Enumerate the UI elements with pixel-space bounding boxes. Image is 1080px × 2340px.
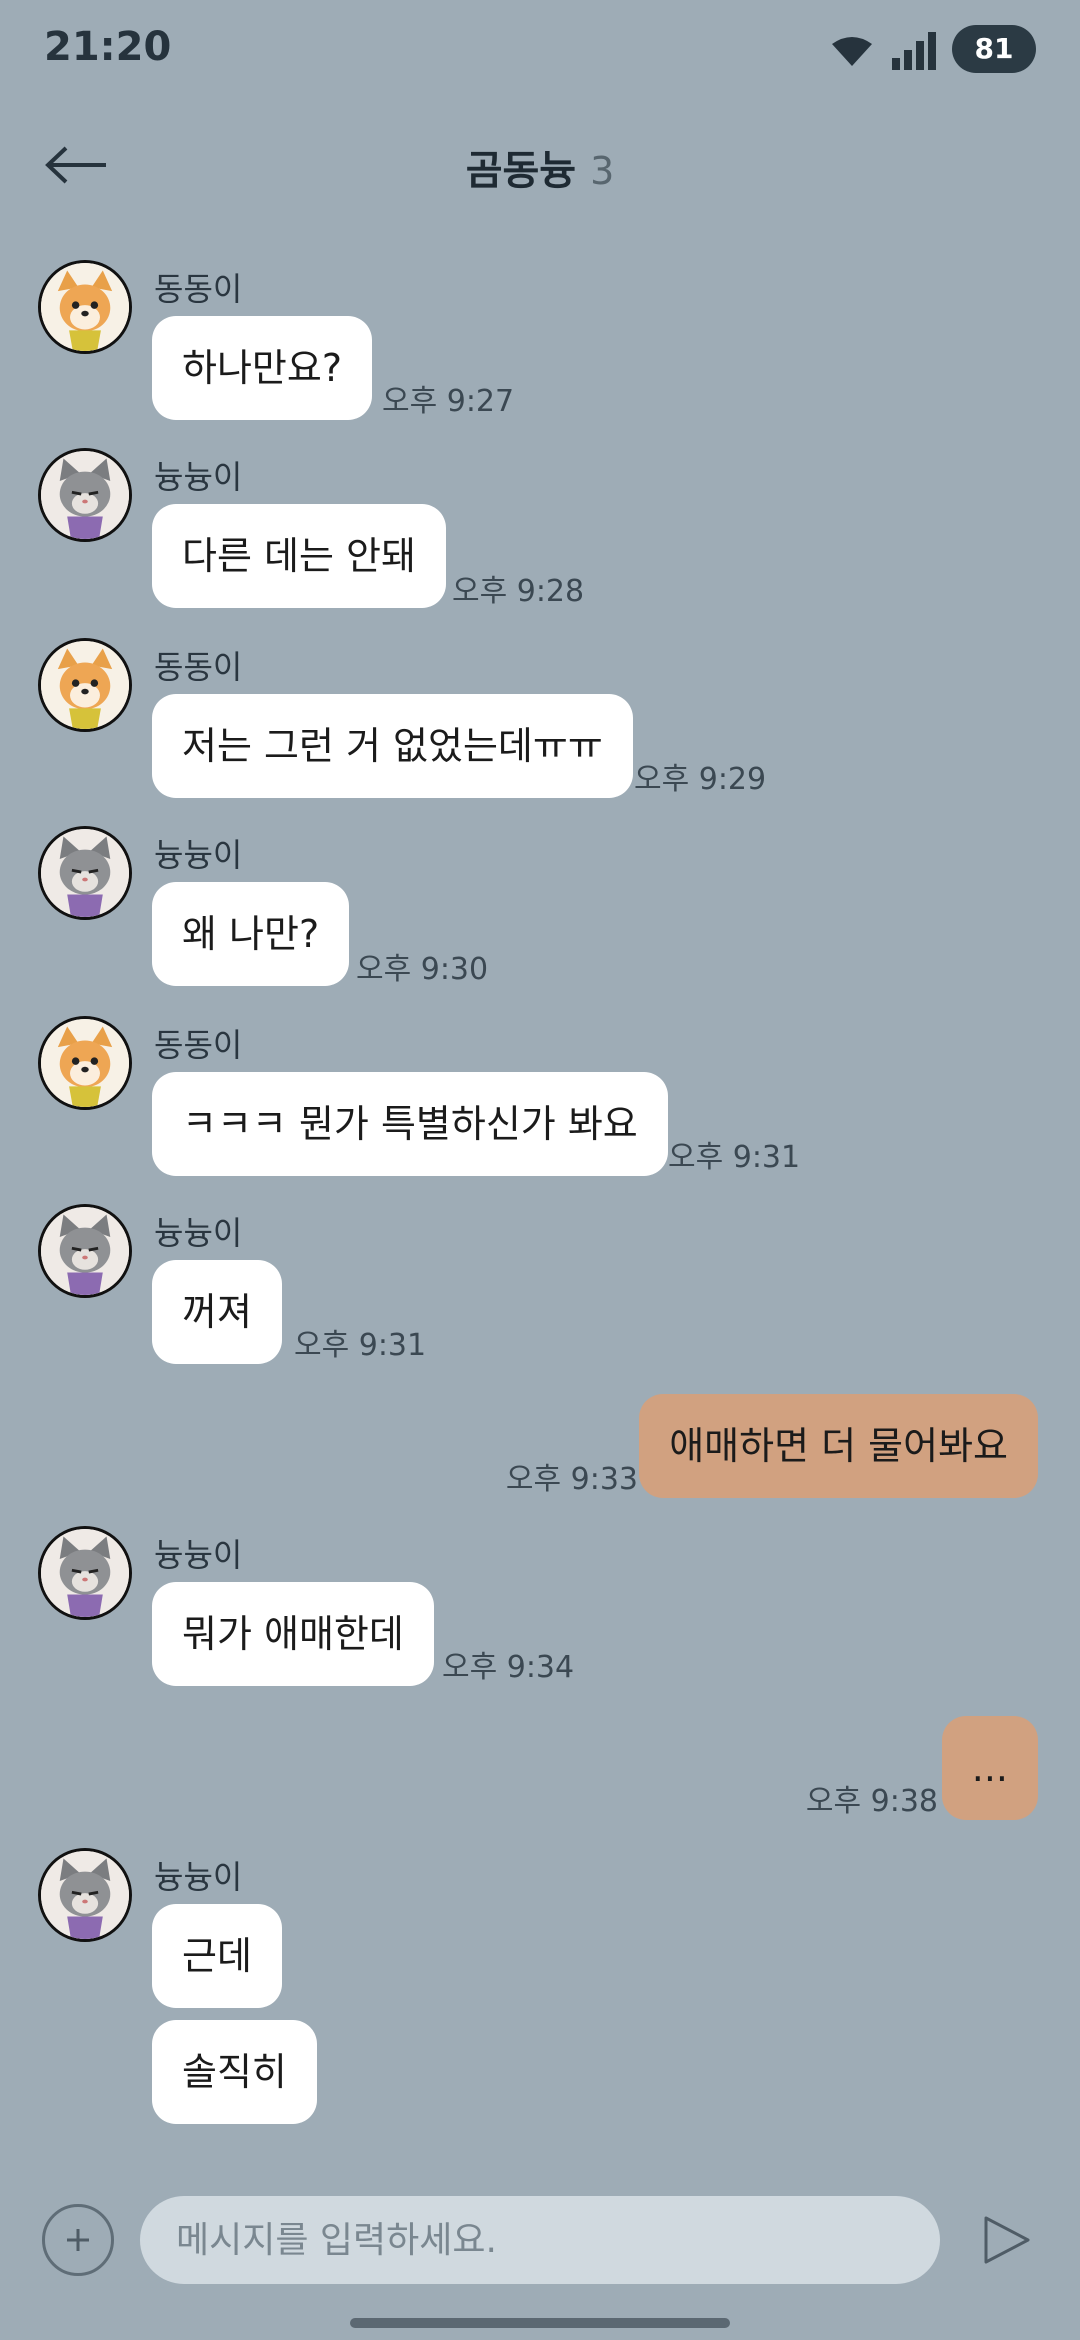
message-bubble[interactable]: 꺼져 xyxy=(152,1260,282,1364)
dog-avatar-icon xyxy=(41,1019,129,1107)
cat-avatar-icon xyxy=(41,451,129,539)
avatar-cat[interactable] xyxy=(38,826,132,920)
sender-name: 늉늉이 xyxy=(154,1214,243,1252)
message-bubble[interactable]: 솔직히 xyxy=(152,2020,317,2124)
message-time: 오후 9:29 xyxy=(634,762,767,797)
cat-avatar-icon xyxy=(41,1851,129,1939)
sender-name: 동동이 xyxy=(154,1026,243,1064)
chat-header: 곰동늉 3 xyxy=(0,110,1080,220)
message-bubble[interactable]: ㅋㅋㅋ 뭔가 특별하신가 봐요 xyxy=(152,1072,668,1176)
avatar-dog[interactable] xyxy=(38,260,132,354)
sender-name: 늉늉이 xyxy=(154,836,243,874)
avatar-dog[interactable] xyxy=(38,638,132,732)
plus-button[interactable] xyxy=(42,2204,114,2276)
message-time: 오후 9:38 xyxy=(805,1784,938,1819)
message-time: 오후 9:31 xyxy=(668,1140,801,1175)
message-bubble[interactable]: 다른 데는 안돼 xyxy=(152,504,446,608)
avatar-cat[interactable] xyxy=(38,448,132,542)
battery-indicator: 81 xyxy=(952,25,1036,73)
sender-name: 늉늉이 xyxy=(154,1536,243,1574)
message-time: 오후 9:28 xyxy=(452,574,585,609)
my-message-bubble[interactable]: ... xyxy=(941,1716,1038,1820)
avatar-dog[interactable] xyxy=(38,1016,132,1110)
member-count: 3 xyxy=(590,149,615,193)
message-bubble[interactable]: 근데 xyxy=(152,1904,282,2008)
plus-icon xyxy=(67,2229,89,2251)
chat-title: 곰동늉 xyxy=(465,148,577,194)
cat-avatar-icon xyxy=(41,829,129,917)
send-icon[interactable] xyxy=(978,2212,1034,2268)
message-time: 오후 9:34 xyxy=(442,1650,575,1685)
message-time: 오후 9:30 xyxy=(356,952,489,987)
signal-icon xyxy=(892,32,936,70)
avatar-cat[interactable] xyxy=(38,1204,132,1298)
avatar-cat[interactable] xyxy=(38,1848,132,1942)
my-message-bubble[interactable]: 애매하면 더 물어봐요 xyxy=(639,1394,1038,1498)
status-bar: 21:20 81 xyxy=(0,0,1080,110)
sender-name: 늉늉이 xyxy=(154,458,243,496)
message-input[interactable] xyxy=(140,2196,940,2284)
status-time: 21:20 xyxy=(44,24,172,70)
sender-name: 동동이 xyxy=(154,648,243,686)
sender-name: 늉늉이 xyxy=(154,1858,243,1896)
dog-avatar-icon xyxy=(41,263,129,351)
message-bubble[interactable]: 저는 그런 거 없었는데ㅠㅠ xyxy=(152,694,633,798)
home-indicator xyxy=(350,2318,730,2328)
message-bubble[interactable]: 왜 나만? xyxy=(152,882,350,986)
dog-avatar-icon xyxy=(41,641,129,729)
message-bubble[interactable]: 뭐가 애매한데 xyxy=(152,1582,434,1686)
message-time: 오후 9:31 xyxy=(294,1328,427,1363)
cat-avatar-icon xyxy=(41,1529,129,1617)
message-bubble[interactable]: 하나만요? xyxy=(152,316,373,420)
message-time: 오후 9:33 xyxy=(505,1462,638,1497)
sender-name: 동동이 xyxy=(154,270,243,308)
chat-title-area: 곰동늉 3 xyxy=(0,138,1080,196)
message-time: 오후 9:27 xyxy=(382,384,515,419)
cat-avatar-icon xyxy=(41,1207,129,1295)
wifi-icon xyxy=(832,37,872,66)
avatar-cat[interactable] xyxy=(38,1526,132,1620)
